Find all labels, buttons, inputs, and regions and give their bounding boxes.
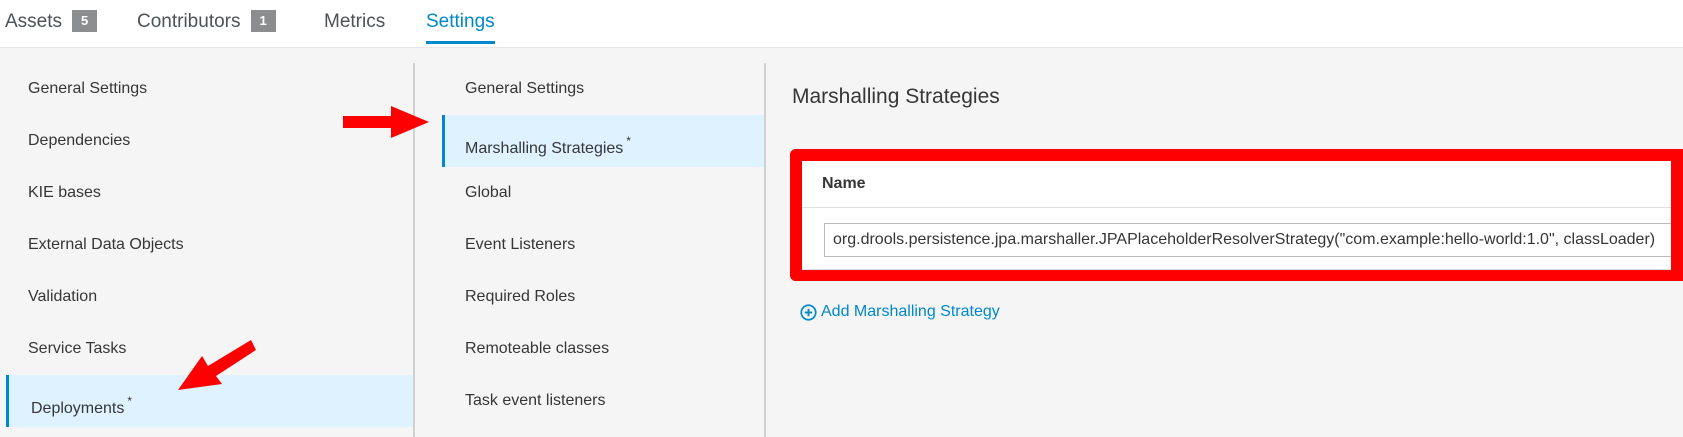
nav-label: Dependencies [28, 132, 131, 149]
tab-settings[interactable]: Settings [426, 0, 495, 48]
nav-label: Deployments [31, 400, 125, 417]
nav-label: Event Listeners [465, 236, 576, 253]
arrow-icon [178, 340, 256, 390]
column-header-name: Name [822, 175, 866, 192]
deployments-item-remoteable-classes[interactable]: Remoteable classes [414, 323, 765, 375]
strategies-table: Name [790, 149, 1683, 281]
row-divider [802, 269, 1671, 270]
nav-label: General Settings [28, 80, 148, 97]
nav-label: Service Tasks [28, 340, 127, 357]
header-divider [802, 207, 1671, 208]
nav-label: Required Roles [465, 288, 576, 305]
add-link-label: Add Marshalling Strategy [821, 303, 1000, 320]
modified-marker: * [127, 394, 133, 408]
tab-metrics[interactable]: Metrics [324, 0, 385, 48]
tab-label: Metrics [324, 11, 386, 32]
nav-label: External Data Objects [28, 236, 184, 253]
nav-label: General Settings [465, 80, 585, 97]
settings-item-external-data-objects[interactable]: External Data Objects [0, 219, 413, 271]
count-badge: 5 [72, 10, 98, 32]
page-title: Marshalling Strategies [792, 85, 1000, 108]
tab-contributors[interactable]: Contributors 1 [137, 0, 276, 48]
nav-label: Task event listeners [465, 392, 606, 409]
arrow-icon [343, 106, 429, 138]
tab-assets[interactable]: Assets 5 [5, 0, 98, 48]
nav-label: Marshalling Strategies [465, 140, 624, 157]
deployments-item-event-listeners[interactable]: Event Listeners [414, 219, 765, 271]
settings-item-kie-bases[interactable]: KIE bases [0, 167, 413, 219]
strategy-name-input[interactable] [824, 223, 1683, 257]
nav-label: KIE bases [28, 184, 101, 201]
plus-circle-icon [800, 303, 817, 321]
nav-label: Validation [28, 288, 98, 305]
tab-label: Assets [5, 11, 63, 32]
deployments-item-general[interactable]: General Settings [414, 63, 765, 115]
top-tab-bar: Assets 5 Contributors 1 Metrics Settings [0, 0, 1683, 48]
deployments-nav: General Settings Marshalling Strategies *… [414, 63, 765, 437]
deployments-item-global[interactable]: Global [414, 167, 765, 219]
settings-item-validation[interactable]: Validation [0, 271, 413, 323]
tab-label: Contributors [137, 11, 241, 32]
deployments-item-task-event-listeners[interactable]: Task event listeners [414, 375, 765, 427]
deployments-item-marshalling-strategies[interactable]: Marshalling Strategies * [442, 115, 765, 167]
content-panel: Marshalling Strategies Name Add Marshall… [766, 63, 1683, 437]
deployments-item-required-roles[interactable]: Required Roles [414, 271, 765, 323]
nav-label: Global [465, 184, 512, 201]
add-marshalling-strategy-link[interactable]: Add Marshalling Strategy [800, 303, 1000, 321]
nav-label: Remoteable classes [465, 340, 610, 357]
modified-marker: * [626, 134, 631, 148]
tab-label: Settings [426, 11, 495, 32]
count-badge: 1 [250, 10, 276, 32]
